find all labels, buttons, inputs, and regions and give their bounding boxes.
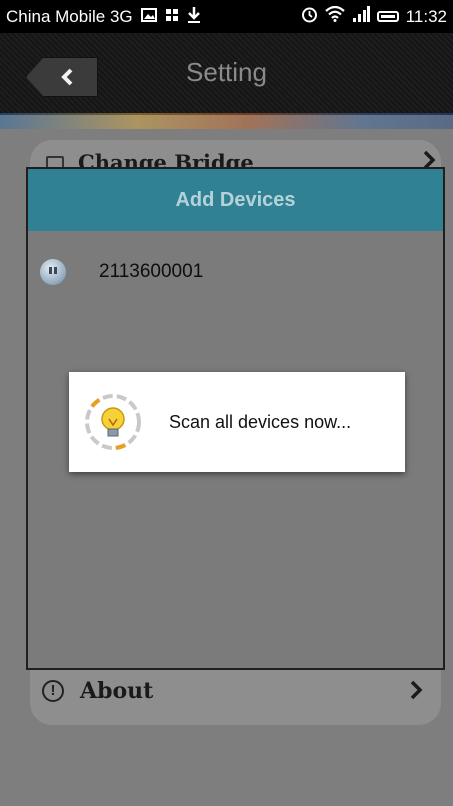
title-bar: Setting [0,33,453,115]
clock: 11:32 [405,6,447,26]
scan-progress-dialog: Scan all devices now... [69,372,405,472]
image-icon [140,7,157,26]
chevron-right-icon [410,680,423,700]
dialog-title: Add Devices [175,188,296,211]
lightbulb-icon [85,394,141,450]
list-item[interactable]: 2113600001 [40,257,203,287]
settings-item-about[interactable]: ! About [30,668,441,722]
wifi-icon [324,5,345,27]
device-name: 2113600001 [99,261,204,282]
grid-icon [165,8,179,26]
info-icon: ! [42,680,64,702]
carrier-label: China Mobile 3G [6,6,133,26]
progress-message: Scan all devices now... [169,411,352,432]
alarm-icon [301,6,318,28]
status-bar: China Mobile 3G 11:32 [0,0,453,33]
page-title: Setting [186,57,267,87]
dialog-header: Add Devices [28,169,443,231]
download-icon [187,6,201,28]
header-divider [0,113,453,129]
settings-item-label: About [80,678,154,704]
plug-icon [40,259,66,285]
signal-icon [352,6,370,27]
battery-icon [376,11,399,22]
